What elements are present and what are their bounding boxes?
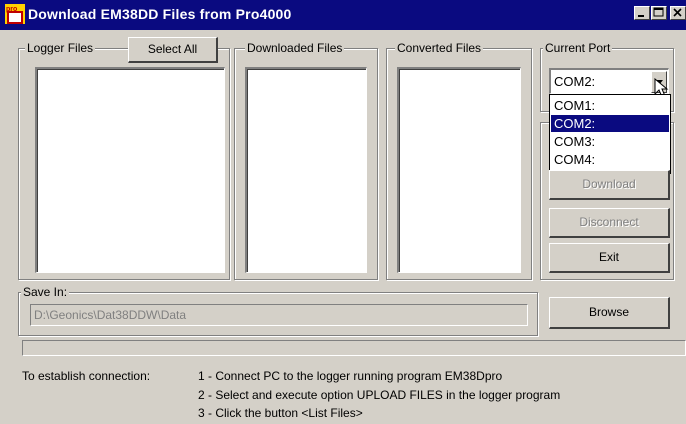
window-title: Download EM38DD Files from Pro4000	[28, 6, 292, 22]
logger-files-list[interactable]	[35, 67, 225, 273]
converted-files-list[interactable]	[397, 67, 521, 273]
close-button[interactable]	[670, 6, 686, 20]
progress-bar	[22, 340, 686, 356]
converted-files-label: Converted Files	[395, 41, 484, 55]
main-window: pro Download EM38DD Files from Pro4000 L…	[0, 0, 686, 424]
port-select[interactable]: COM2:	[549, 68, 669, 94]
maximize-button[interactable]	[651, 6, 667, 20]
port-option-com1[interactable]: COM1:	[551, 97, 669, 114]
title-bar[interactable]: pro Download EM38DD Files from Pro4000	[0, 0, 686, 30]
downloaded-files-label: Downloaded Files	[245, 41, 345, 55]
pro-app-icon: pro	[5, 4, 25, 24]
select-all-button[interactable]: Select All	[128, 37, 218, 63]
instructions-intro: To establish connection:	[22, 369, 151, 383]
browse-button[interactable]: Browse	[549, 297, 670, 329]
save-in-label: Save In:	[21, 285, 70, 299]
converted-files-group: Converted Files	[386, 41, 532, 280]
download-button[interactable]: Download	[549, 170, 670, 200]
disconnect-button[interactable]: Disconnect	[549, 208, 670, 238]
minimize-button[interactable]	[634, 6, 650, 20]
svg-text:pro: pro	[6, 6, 17, 13]
instruction-step: 1 - Connect PC to the logger running pro…	[198, 369, 503, 383]
port-selected-value: COM2:	[554, 74, 596, 89]
minimize-icon	[638, 15, 644, 17]
logger-files-label: Logger Files	[25, 41, 96, 55]
port-option-com3[interactable]: COM3:	[551, 133, 669, 150]
downloaded-files-list[interactable]	[245, 67, 367, 273]
port-option-com4[interactable]: COM4:	[551, 151, 669, 168]
exit-button[interactable]: Exit	[549, 243, 670, 273]
downloaded-files-group: Downloaded Files	[234, 41, 378, 280]
instruction-step: 2 - Select and execute option UPLOAD FIL…	[198, 388, 561, 402]
current-port-label: Current Port	[543, 41, 613, 55]
logger-files-group: Logger Files	[18, 41, 230, 280]
instruction-step: 3 - Click the button <List Files>	[198, 406, 363, 420]
port-option-com2[interactable]: COM2:	[551, 115, 669, 132]
close-icon	[673, 8, 682, 17]
save-in-path-field[interactable]: D:\Geonics\Dat38DDW\Data	[30, 304, 528, 326]
port-dropdown-list[interactable]: COM1: COM2: COM3: COM4:	[549, 94, 671, 174]
maximize-icon	[653, 7, 664, 17]
